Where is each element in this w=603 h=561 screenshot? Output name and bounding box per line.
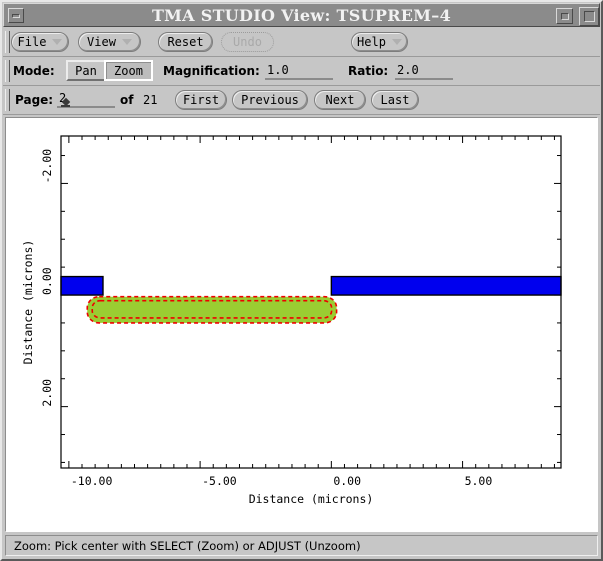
file-menu-button[interactable]: File	[11, 32, 69, 52]
of-label: of	[120, 93, 134, 107]
help-menu-label: Help	[357, 35, 386, 49]
mode-row: Mode: Pan Zoom Magnification: 1.0 Ratio:…	[3, 57, 600, 86]
view-menu-button[interactable]: View	[78, 32, 141, 52]
y-tick-label: -2.00	[40, 149, 54, 184]
toolbar-grip-2[interactable]	[5, 60, 10, 82]
mode-zoom-label: Zoom	[114, 63, 143, 78]
first-page-button[interactable]: First	[175, 90, 227, 110]
resize-button[interactable]	[579, 7, 599, 26]
x-tick-label: -10.00	[71, 474, 113, 488]
page-row: Page: 2 of 21 First Previous Next Last	[3, 86, 600, 115]
page-label: Page:	[15, 93, 54, 107]
y-tick-label: 2.00	[40, 379, 54, 407]
undo-button-label: Undo	[233, 35, 262, 49]
reset-button-label: Reset	[167, 35, 204, 49]
mode-label: Mode:	[13, 64, 55, 78]
resize-icon	[584, 11, 595, 22]
reset-button[interactable]: Reset	[158, 32, 213, 52]
previous-page-button[interactable]: Previous	[232, 90, 308, 110]
next-page-button[interactable]: Next	[314, 90, 366, 110]
menu-row: File View Reset Undo Help	[3, 28, 600, 57]
toolbar-grip-3[interactable]	[5, 89, 10, 111]
x-tick-label: 0.00	[333, 474, 361, 488]
chevron-down-icon	[391, 39, 402, 45]
status-bar: Zoom: Pick center with SELECT (Zoom) or …	[5, 535, 598, 556]
application-window: TMA STUDIO View: TSUPREM–4 File View Res…	[0, 0, 603, 561]
polysilicon-layer	[86, 295, 338, 324]
toolbar-grip-1[interactable]	[5, 31, 10, 53]
plot-canvas[interactable]: -10.00 -5.00 0.00 5.00 -2.00 0.00 2.00 Distance…	[5, 117, 598, 532]
silicon-left	[60, 275, 104, 296]
next-page-label: Next	[325, 93, 355, 107]
text-caret-icon	[61, 98, 72, 109]
x-tick-label: -5.00	[202, 474, 237, 488]
chevron-down-icon	[121, 39, 132, 45]
status-message: Zoom: Pick center with SELECT (Zoom) or …	[14, 538, 361, 553]
row-divider-3	[3, 114, 600, 115]
ratio-label: Ratio:	[348, 64, 389, 78]
magnification-label: Magnification:	[163, 64, 260, 78]
chevron-down-icon	[52, 39, 63, 45]
control-panel: File View Reset Undo Help Mode: Pan Zoom…	[3, 28, 600, 115]
maximize-button[interactable]	[556, 8, 573, 24]
last-page-label: Last	[380, 93, 410, 107]
first-page-label: First	[182, 93, 220, 107]
silicon-right	[330, 275, 562, 296]
x-axis-title: Distance (microns)	[249, 492, 374, 506]
window-title: TMA STUDIO View: TSUPREM–4	[151, 6, 452, 25]
file-menu-label: File	[17, 35, 47, 49]
structure-plot[interactable]: -10.00 -5.00 0.00 5.00 -2.00 0.00 2.00 Distance…	[6, 118, 597, 531]
last-page-button[interactable]: Last	[371, 90, 419, 110]
y-tick-label: 0.00	[40, 267, 54, 295]
ratio-value: 2.0	[397, 63, 419, 77]
plot-regions	[60, 275, 562, 324]
title-bar[interactable]: TMA STUDIO View: TSUPREM–4	[3, 3, 600, 27]
window-bottom-strip	[3, 556, 600, 559]
help-menu-button[interactable]: Help	[351, 32, 408, 52]
previous-page-label: Previous	[241, 93, 299, 107]
undo-button: Undo	[221, 32, 274, 52]
mode-pan-toggle[interactable]: Pan	[66, 60, 106, 81]
magnification-value: 1.0	[267, 63, 289, 77]
x-tick-label: 5.00	[465, 474, 493, 488]
mode-pan-label: Pan	[75, 63, 97, 78]
mode-zoom-toggle[interactable]: Zoom	[104, 60, 153, 81]
y-axis-title: Distance (microns)	[21, 240, 35, 365]
ratio-input[interactable]: 2.0	[395, 62, 453, 80]
page-total: 21	[143, 93, 158, 107]
plot-labels: -10.00 -5.00 0.00 5.00 -2.00 0.00 2.00 Distance…	[21, 149, 492, 506]
maximize-icon	[561, 13, 569, 20]
magnification-input[interactable]: 1.0	[265, 62, 333, 80]
view-menu-label: View	[87, 35, 116, 49]
